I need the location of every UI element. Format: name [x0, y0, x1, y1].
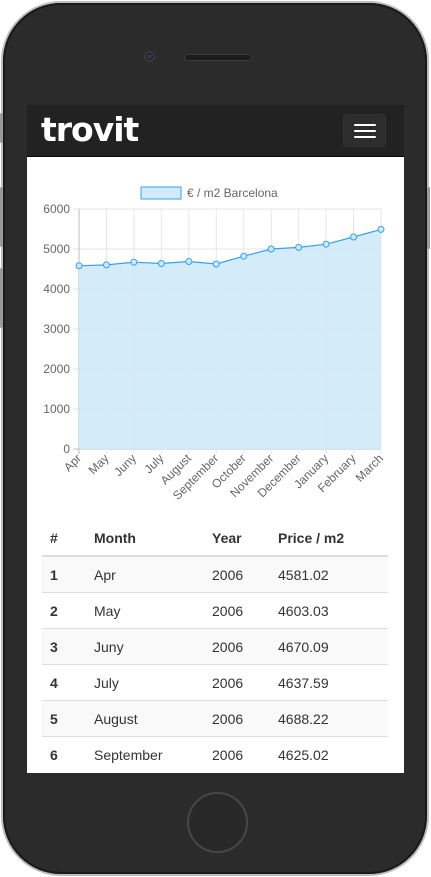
col-header-price: Price / m2 [270, 520, 388, 557]
table-row: 5 August 2006 4688.22 [42, 700, 388, 737]
row-year: 2006 [204, 592, 270, 629]
line-chart-svg: € / m2 Barcelona 0 1000 2000 3000 4000 5000 600… [43, 186, 386, 503]
x-tick-label: May [86, 451, 112, 477]
row-year: 2006 [204, 700, 270, 737]
row-year: 2006 [204, 628, 270, 665]
menu-toggle-button[interactable] [343, 114, 386, 147]
series-area [79, 229, 381, 449]
row-price: 4670.09 [270, 628, 388, 665]
row-price: 4581.02 [270, 555, 388, 593]
legend-label: € / m2 Barcelona [187, 186, 278, 200]
row-price: 4625.02 [270, 736, 388, 772]
phone-screen: trovit € / m2 Barcelona 0 1000 2000 3000 4000… [27, 105, 404, 773]
power-button [427, 187, 430, 249]
earpiece-speaker [184, 54, 252, 61]
row-month: Apr [86, 555, 204, 593]
top-navbar: trovit [27, 105, 404, 157]
legend-swatch [140, 186, 182, 200]
row-month: May [86, 592, 204, 629]
y-tick-label: 2000 [43, 362, 70, 376]
data-point [322, 240, 330, 248]
x-tick-label: March [353, 451, 386, 484]
price-table: # Month Year Price / m2 1 Apr 2006 4581.… [42, 520, 388, 772]
row-price: 4603.03 [270, 592, 388, 629]
col-header-year: Year [204, 520, 270, 557]
data-point [75, 262, 83, 270]
row-index: 4 [42, 664, 86, 701]
home-button[interactable] [187, 792, 248, 853]
data-point [350, 233, 358, 241]
row-month: August [86, 700, 204, 737]
data-point [157, 259, 165, 267]
table-row: 2 May 2006 4603.03 [42, 592, 388, 629]
price-chart: € / m2 Barcelona 0 1000 2000 3000 4000 5000 600… [27, 157, 404, 517]
volume-down-button [0, 268, 3, 328]
data-point [295, 243, 303, 251]
row-month: September [86, 736, 204, 772]
data-point [185, 257, 193, 265]
col-header-index: # [42, 520, 86, 557]
row-year: 2006 [204, 555, 270, 593]
y-tick-label: 0 [63, 442, 70, 456]
row-month: July [86, 664, 204, 701]
data-point [102, 261, 110, 269]
row-index: 6 [42, 736, 86, 772]
x-tick-label: Juny [111, 451, 139, 479]
mute-switch [0, 113, 3, 143]
hamburger-icon-bar [354, 124, 376, 126]
table-header-row: # Month Year Price / m2 [42, 520, 388, 557]
table-row: 1 Apr 2006 4581.02 [42, 555, 388, 593]
col-header-month: Month [86, 520, 204, 557]
data-point [130, 258, 138, 266]
y-tick-label: 4000 [43, 282, 70, 296]
table-row: 6 September 2006 4625.02 [42, 736, 388, 772]
data-point [377, 225, 385, 233]
front-camera [144, 51, 155, 62]
data-point [212, 260, 220, 268]
row-index: 1 [42, 555, 86, 593]
price-table-container: # Month Year Price / m2 1 Apr 2006 4581.… [42, 520, 388, 772]
y-tick-label: 3000 [43, 322, 70, 336]
data-point [267, 245, 275, 253]
volume-up-button [0, 187, 3, 247]
data-point [240, 252, 248, 260]
table-row: 4 July 2006 4637.59 [42, 664, 388, 701]
hamburger-icon-bar [354, 130, 376, 132]
row-month: Juny [86, 628, 204, 665]
row-index: 5 [42, 700, 86, 737]
row-year: 2006 [204, 736, 270, 772]
hamburger-icon-bar [354, 136, 376, 138]
row-index: 3 [42, 628, 86, 665]
y-tick-label: 1000 [43, 402, 70, 416]
row-price: 4688.22 [270, 700, 388, 737]
row-index: 2 [42, 592, 86, 629]
y-tick-label: 6000 [43, 202, 70, 216]
brand-logo[interactable]: trovit [41, 110, 139, 149]
row-price: 4637.59 [270, 664, 388, 701]
y-tick-label: 5000 [43, 242, 70, 256]
row-year: 2006 [204, 664, 270, 701]
table-row: 3 Juny 2006 4670.09 [42, 628, 388, 665]
